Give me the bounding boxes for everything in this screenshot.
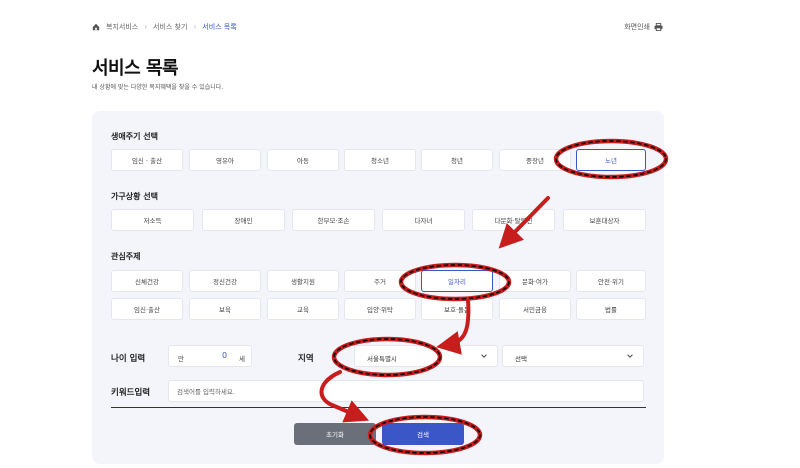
- search-button[interactable]: 검색: [382, 423, 464, 445]
- interest-option-housing[interactable]: 주거: [344, 270, 416, 292]
- interest-option-safety[interactable]: 안전·위기: [576, 270, 646, 292]
- interest-option-living-support[interactable]: 생활지원: [267, 270, 339, 292]
- chevron-down-icon: [481, 354, 487, 358]
- sigungu-select[interactable]: 선택: [502, 345, 644, 367]
- age-value[interactable]: 0: [222, 351, 227, 360]
- breadcrumb: 복지서비스 › 서비스 찾기 › 서비스 목록: [92, 22, 237, 32]
- interest-option-physical-health[interactable]: 신체건강: [111, 270, 183, 292]
- page-subtitle: 내 상황에 맞는 다양한 복지혜택을 찾을 수 있습니다.: [92, 84, 224, 91]
- interest-option-childcare[interactable]: 보육: [189, 298, 261, 320]
- interest-option-mental-health[interactable]: 정신건강: [189, 270, 261, 292]
- print-label: 화면인쇄: [624, 23, 650, 31]
- page-title: 서비스 목록: [92, 58, 179, 79]
- age-prefix: 만: [178, 355, 184, 363]
- interest-option-finance[interactable]: 서민금융: [499, 298, 571, 320]
- reset-button[interactable]: 초기화: [294, 423, 376, 445]
- interest-option-culture[interactable]: 문화·여가: [499, 270, 571, 292]
- interest-option-education[interactable]: 교육: [267, 298, 339, 320]
- sido-value: 서울특별시: [367, 355, 397, 363]
- sido-select[interactable]: 서울특별시: [354, 345, 498, 367]
- life-option-infant[interactable]: 영유아: [189, 149, 261, 171]
- sigungu-value: 선택: [515, 355, 527, 363]
- age-input[interactable]: 만 0 세: [168, 345, 252, 367]
- household-option-multicultural[interactable]: 다문화·탈북민: [472, 209, 555, 231]
- interest-option-pregnancy[interactable]: 임신·출산: [111, 298, 183, 320]
- keyword-input[interactable]: 검색어를 입력하세요.: [168, 380, 644, 402]
- age-suffix: 세: [239, 355, 245, 363]
- interest-title: 관심주제: [111, 252, 141, 261]
- print-button[interactable]: 화면인쇄: [624, 22, 663, 32]
- chevron-down-icon: [627, 354, 633, 358]
- home-icon[interactable]: [92, 23, 100, 31]
- breadcrumb-item-find[interactable]: 서비스 찾기: [153, 22, 187, 32]
- life-option-pregnancy[interactable]: 임신 · 출산: [111, 149, 183, 171]
- interest-option-adoption[interactable]: 입양·위탁: [344, 298, 416, 320]
- household-option-low-income[interactable]: 저소득: [111, 209, 194, 231]
- household-title: 가구상황 선택: [111, 192, 158, 201]
- breadcrumb-item-welfare[interactable]: 복지서비스: [106, 22, 138, 32]
- life-option-middle[interactable]: 중장년: [499, 149, 571, 171]
- interest-option-legal[interactable]: 법률: [576, 298, 646, 320]
- keyword-label: 키워드입력: [111, 388, 151, 398]
- household-option-disabled[interactable]: 장애인: [202, 209, 285, 231]
- household-option-single-parent[interactable]: 한부모·조손: [292, 209, 375, 231]
- interest-option-care[interactable]: 보호·돌봄: [421, 298, 493, 320]
- interest-option-jobs[interactable]: 일자리: [421, 270, 493, 292]
- life-option-youth[interactable]: 청년: [421, 149, 493, 171]
- life-option-senior[interactable]: 노년: [576, 149, 646, 171]
- printer-icon: [654, 23, 663, 31]
- household-option-veteran[interactable]: 보훈대상자: [563, 209, 646, 231]
- region-label: 지역: [298, 354, 314, 364]
- life-option-child[interactable]: 아동: [267, 149, 339, 171]
- life-cycle-title: 생애주기 선택: [111, 132, 158, 141]
- chevron-right-icon: ›: [193, 23, 197, 31]
- chevron-right-icon: ›: [144, 23, 148, 31]
- breadcrumb-item-current: 서비스 목록: [202, 23, 237, 31]
- household-option-multi-child[interactable]: 다자녀: [382, 209, 465, 231]
- filter-panel: 생애주기 선택 임신 · 출산 영유아 아동 청소년 청년 중장년 노년 가구상…: [92, 111, 664, 464]
- life-option-teen[interactable]: 청소년: [344, 149, 416, 171]
- divider: [111, 407, 646, 408]
- age-label: 나이 입력: [111, 354, 146, 364]
